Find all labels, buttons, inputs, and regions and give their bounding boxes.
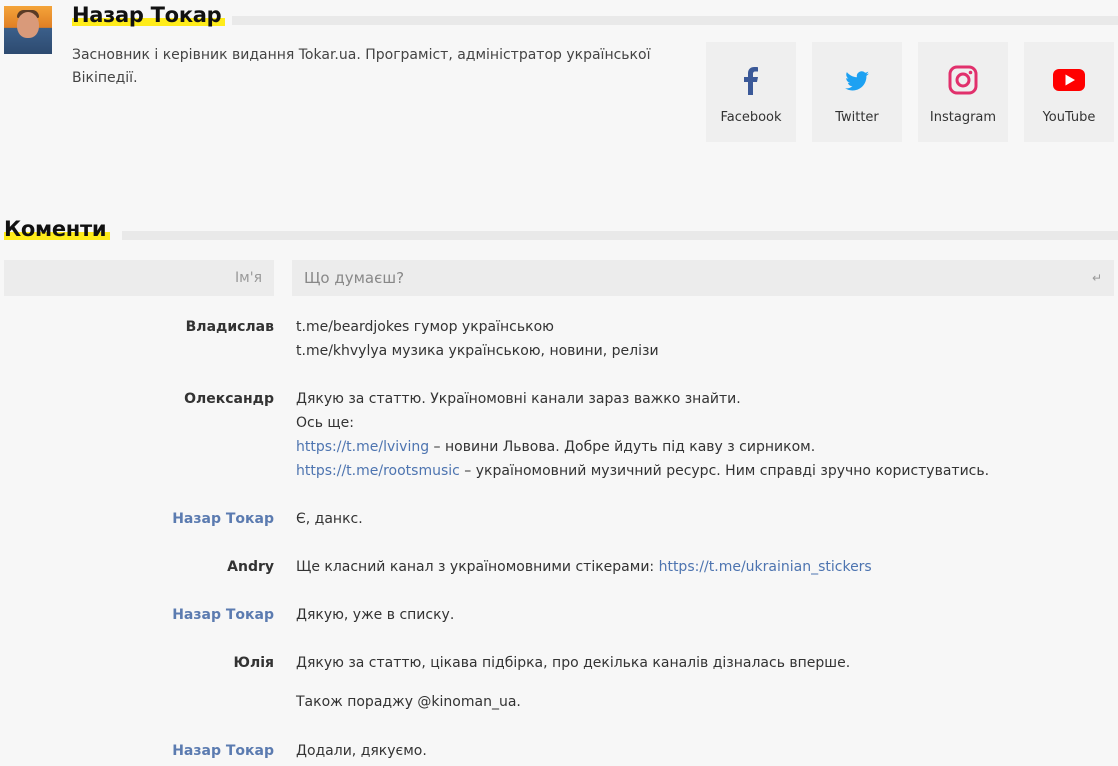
social-label: Twitter bbox=[835, 110, 879, 125]
comment-author[interactable]: Назар Токар bbox=[0, 603, 274, 627]
comment-line: https://t.me/rootsmusic – україномовний … bbox=[296, 459, 1106, 483]
comments-title: Коменти bbox=[4, 216, 111, 242]
comment-author[interactable]: Назар Токар bbox=[0, 507, 274, 531]
social-label: Facebook bbox=[720, 110, 782, 125]
comment-line: https://t.me/lviving – новини Львова. До… bbox=[296, 435, 1106, 459]
social-facebook-button[interactable]: Facebook bbox=[706, 42, 796, 142]
social-instagram-button[interactable]: Instagram bbox=[918, 42, 1008, 142]
comment-line: t.me/khvylya музика українською, новини,… bbox=[296, 343, 659, 359]
comment-author: Олександр bbox=[184, 391, 274, 407]
social-label: Instagram bbox=[929, 110, 997, 125]
comment-link[interactable]: https://t.me/rootsmusic bbox=[296, 463, 460, 479]
instagram-icon bbox=[918, 64, 1008, 96]
name-input[interactable]: Ім'я bbox=[4, 260, 274, 296]
comment-line: Дякую за статтю, цікава підбірка, про де… bbox=[296, 655, 851, 671]
comment-author: Владислав bbox=[185, 319, 274, 335]
comment-line-text: Ще класний канал з україномовними стікер… bbox=[296, 559, 659, 575]
comment-input[interactable]: Що думаєш? ↵ bbox=[292, 260, 1114, 296]
comment-line-text: – новини Львова. Добре йдуть під каву з … bbox=[429, 439, 816, 455]
divider bbox=[232, 16, 1118, 25]
social-twitter-button[interactable]: Twitter bbox=[812, 42, 902, 142]
social-youtube-button[interactable]: YouTube bbox=[1024, 42, 1114, 142]
twitter-icon bbox=[812, 64, 902, 96]
comment-link[interactable]: https://t.me/ukrainian_stickers bbox=[659, 559, 872, 575]
comment-author: Andry bbox=[227, 559, 274, 575]
comment-text: Дякую за статтю, цікава підбірка, про де… bbox=[296, 651, 1106, 714]
author-avatar[interactable] bbox=[4, 6, 52, 54]
comment-placeholder: Що думаєш? bbox=[304, 269, 405, 287]
comment-text: Є, данкс. bbox=[296, 511, 363, 527]
comment-line-text: – україномовний музичний ресурс. Ним спр… bbox=[459, 463, 990, 479]
comment-text: Ще класний канал з україномовними стікер… bbox=[296, 555, 1106, 579]
enter-icon[interactable]: ↵ bbox=[1092, 260, 1102, 296]
author-name[interactable]: Назар Токар bbox=[72, 2, 226, 28]
author-bio: Засновник і керівник видання Tokar.ua. П… bbox=[72, 47, 651, 86]
comment-line: t.me/beardjokes гумор українською bbox=[296, 319, 554, 335]
comment-text: Дякую, уже в списку. bbox=[296, 607, 455, 623]
social-label: YouTube bbox=[1042, 110, 1096, 125]
comment-line: Також пораджу @kinoman_ua. bbox=[296, 694, 521, 710]
comment-line: Дякую за статтю. Україномовні канали зар… bbox=[296, 391, 741, 407]
facebook-icon bbox=[706, 64, 796, 96]
avatar-face bbox=[17, 12, 39, 38]
youtube-icon bbox=[1024, 64, 1114, 96]
comment-author: Юлія bbox=[233, 655, 274, 671]
comment-author[interactable]: Назар Токар bbox=[0, 739, 274, 763]
comment-text: Додали, дякуємо. bbox=[296, 743, 427, 759]
author-box: Назар Токар Засновник і керівник видання… bbox=[0, 0, 1118, 160]
comment-line: Ось ще: bbox=[296, 415, 354, 431]
divider bbox=[122, 231, 1118, 240]
comment-link[interactable]: https://t.me/lviving bbox=[296, 439, 429, 455]
comment-text: Дякую за статтю. Україномовні канали зар… bbox=[296, 387, 1106, 483]
comment-text: t.me/beardjokes гумор українською t.me/k… bbox=[296, 315, 1106, 363]
